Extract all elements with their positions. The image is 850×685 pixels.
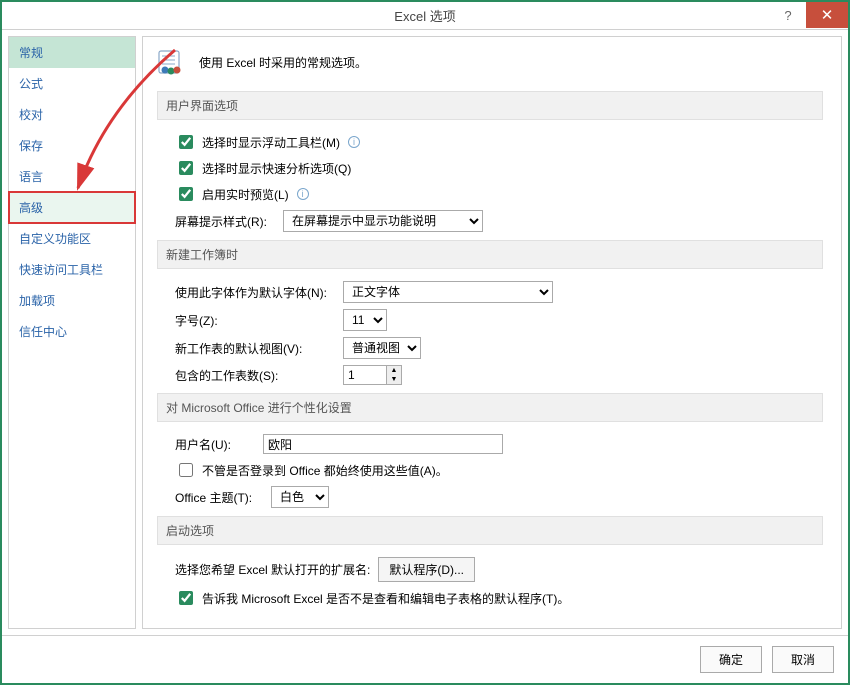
theme-row: Office 主题(T): 白色 (175, 486, 823, 508)
titlebar: Excel 选项 ? ✕ (2, 2, 848, 30)
options-window: Excel 选项 ? ✕ 常规 公式 校对 保存 语言 高级 自定义功能区 快速… (0, 0, 850, 685)
view-row: 新工作表的默认视图(V): 普通视图 (175, 337, 823, 359)
theme-select[interactable]: 白色 (271, 486, 329, 508)
tellme-label: 告诉我 Microsoft Excel 是否不是查看和编辑电子表格的默认程序(T… (202, 590, 569, 607)
section-header-ui: 用户界面选项 (157, 91, 823, 120)
username-label: 用户名(U): (175, 436, 255, 453)
sidebar: 常规 公式 校对 保存 语言 高级 自定义功能区 快速访问工具栏 加载项 信任中… (8, 36, 136, 629)
sheets-label: 包含的工作表数(S): (175, 367, 335, 384)
sidebar-item-proofing[interactable]: 校对 (9, 99, 135, 130)
tellme-row: 告诉我 Microsoft Excel 是否不是查看和编辑电子表格的默认程序(T… (175, 588, 823, 608)
sidebar-item-general[interactable]: 常规 (9, 37, 135, 68)
screentip-row: 屏幕提示样式(R): 在屏幕提示中显示功能说明 (175, 210, 823, 232)
sidebar-item-label: 高级 (19, 201, 43, 215)
sidebar-item-label: 公式 (19, 77, 43, 91)
opt-quickanalysis-label: 选择时显示快速分析选项(Q) (202, 160, 351, 177)
opt-minitoolbar-checkbox[interactable] (179, 135, 193, 149)
ext-row: 选择您希望 Excel 默认打开的扩展名: 默认程序(D)... (175, 557, 823, 582)
info-icon[interactable]: i (348, 136, 360, 148)
sheets-input[interactable] (343, 365, 387, 385)
sidebar-item-label: 常规 (19, 46, 43, 60)
opt-livepreview-checkbox[interactable] (179, 187, 193, 201)
sheets-up-button[interactable]: ▲ (387, 366, 401, 375)
always-use-row: 不管是否登录到 Office 都始终使用这些值(A)。 (175, 460, 823, 480)
close-button[interactable]: ✕ (806, 2, 848, 28)
sheets-row: 包含的工作表数(S): ▲ ▼ (175, 365, 823, 385)
sidebar-item-label: 保存 (19, 139, 43, 153)
opt-quickanalysis-checkbox[interactable] (179, 161, 193, 175)
always-use-label: 不管是否登录到 Office 都始终使用这些值(A)。 (202, 462, 448, 479)
window-title: Excel 选项 (394, 6, 455, 25)
sidebar-item-label: 自定义功能区 (19, 232, 91, 246)
theme-label: Office 主题(T): (175, 489, 263, 506)
section-header-startup: 启动选项 (157, 516, 823, 545)
dialog-body: 常规 公式 校对 保存 语言 高级 自定义功能区 快速访问工具栏 加载项 信任中… (2, 30, 848, 635)
section-header-newwb: 新建工作簿时 (157, 240, 823, 269)
font-label: 使用此字体作为默认字体(N): (175, 284, 335, 301)
sidebar-item-addins[interactable]: 加载项 (9, 285, 135, 316)
size-select[interactable]: 11 (343, 309, 387, 331)
content-panel: 使用 Excel 时采用的常规选项。 用户界面选项 选择时显示浮动工具栏(M) … (142, 36, 842, 629)
sidebar-item-customize-ribbon[interactable]: 自定义功能区 (9, 223, 135, 254)
screentip-label: 屏幕提示样式(R): (175, 213, 275, 230)
sheets-spinner: ▲ ▼ (343, 365, 402, 385)
help-button[interactable]: ? (770, 2, 806, 28)
opt-minitoolbar-row: 选择时显示浮动工具栏(M) i (175, 132, 823, 152)
ext-label: 选择您希望 Excel 默认打开的扩展名: (175, 561, 370, 578)
size-row: 字号(Z): 11 (175, 309, 823, 331)
size-label: 字号(Z): (175, 312, 335, 329)
default-programs-button[interactable]: 默认程序(D)... (378, 557, 475, 582)
font-select[interactable]: 正文字体 (343, 281, 553, 303)
sidebar-item-save[interactable]: 保存 (9, 130, 135, 161)
section-header-personalize: 对 Microsoft Office 进行个性化设置 (157, 393, 823, 422)
intro-text: 使用 Excel 时采用的常规选项。 (199, 54, 367, 71)
font-row: 使用此字体作为默认字体(N): 正文字体 (175, 281, 823, 303)
titlebar-controls: ? ✕ (770, 2, 848, 28)
opt-quickanalysis-row: 选择时显示快速分析选项(Q) (175, 158, 823, 178)
intro-row: 使用 Excel 时采用的常规选项。 (157, 47, 823, 77)
sidebar-item-advanced[interactable]: 高级 (9, 192, 135, 223)
screentip-select[interactable]: 在屏幕提示中显示功能说明 (283, 210, 483, 232)
username-input[interactable] (263, 434, 503, 454)
tellme-checkbox[interactable] (179, 591, 193, 605)
always-use-checkbox[interactable] (179, 463, 193, 477)
options-icon (157, 47, 187, 77)
info-icon[interactable]: i (297, 188, 309, 200)
dialog-footer: 确定 取消 (2, 635, 848, 683)
sidebar-item-language[interactable]: 语言 (9, 161, 135, 192)
opt-livepreview-row: 启用实时预览(L) i (175, 184, 823, 204)
sidebar-item-label: 语言 (19, 170, 43, 184)
sidebar-item-label: 加载项 (19, 294, 55, 308)
view-select[interactable]: 普通视图 (343, 337, 421, 359)
sidebar-item-label: 校对 (19, 108, 43, 122)
opt-livepreview-label: 启用实时预览(L) (202, 186, 289, 203)
cancel-button[interactable]: 取消 (772, 646, 834, 673)
sidebar-item-trust-center[interactable]: 信任中心 (9, 316, 135, 347)
sidebar-item-label: 信任中心 (19, 325, 67, 339)
sidebar-item-label: 快速访问工具栏 (19, 263, 103, 277)
view-label: 新工作表的默认视图(V): (175, 340, 335, 357)
username-row: 用户名(U): (175, 434, 823, 454)
sidebar-item-formulas[interactable]: 公式 (9, 68, 135, 99)
opt-minitoolbar-label: 选择时显示浮动工具栏(M) (202, 134, 340, 151)
sheets-down-button[interactable]: ▼ (387, 375, 401, 384)
sidebar-item-quick-access[interactable]: 快速访问工具栏 (9, 254, 135, 285)
ok-button[interactable]: 确定 (700, 646, 762, 673)
